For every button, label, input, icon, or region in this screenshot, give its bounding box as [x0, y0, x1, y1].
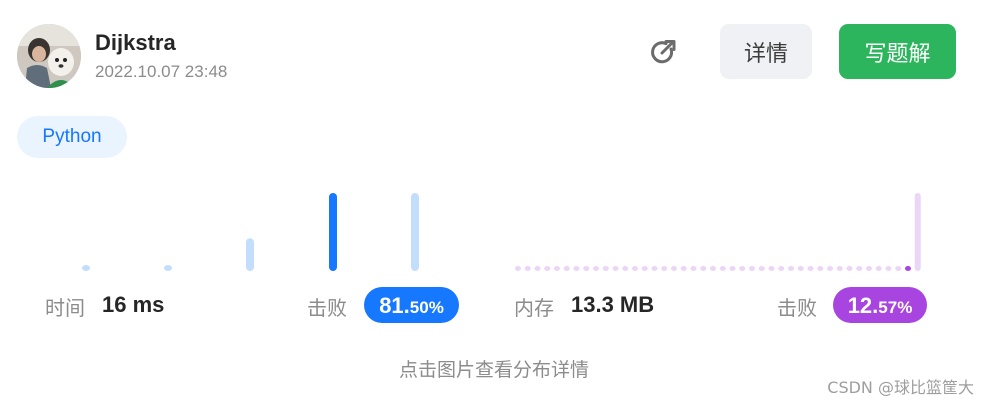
avatar-image [17, 24, 81, 88]
runtime-bar [82, 265, 90, 271]
memory-bar [544, 266, 551, 271]
memory-bar [534, 266, 541, 271]
memory-bar [836, 266, 843, 271]
memory-bar [602, 266, 609, 271]
memory-bar [866, 266, 872, 271]
memory-bar [632, 266, 638, 271]
memory-bar [905, 266, 911, 271]
memory-beat-percent-frac: 57% [878, 298, 913, 317]
memory-chart-svg [515, 193, 921, 271]
memory-beat-percent-int: 12. [847, 293, 879, 318]
language-tag[interactable]: Python [17, 116, 127, 158]
memory-bar [680, 266, 687, 271]
memory-bar [807, 266, 814, 271]
memory-bar [817, 266, 824, 271]
memory-bar [768, 266, 775, 271]
external-link-icon [651, 40, 676, 64]
memory-bar [895, 266, 902, 271]
runtime-bar [246, 238, 254, 271]
memory-bar [846, 266, 853, 271]
share-button[interactable] [642, 33, 686, 73]
memory-bar [563, 266, 570, 271]
memory-bar [573, 266, 580, 271]
memory-bar [700, 266, 707, 271]
memory-bar [524, 266, 531, 271]
memory-bar [758, 266, 765, 271]
write-solution-button[interactable]: 写题解 [839, 24, 956, 79]
runtime-bar [164, 265, 172, 271]
avatar[interactable] [17, 24, 81, 88]
runtime-label: 时间 [45, 296, 85, 320]
solution-card: Dijkstra 2022.10.07 23:48 详情 写题解 Python … [0, 0, 988, 402]
memory-bar [788, 266, 794, 271]
memory-bar [651, 266, 658, 271]
memory-bar [914, 193, 921, 271]
runtime-beat-badge: 81. 50% [364, 287, 459, 323]
memory-value: 13.3 MB [571, 292, 655, 317]
memory-bar [515, 266, 521, 271]
author-name[interactable]: Dijkstra [95, 30, 176, 56]
detail-button[interactable]: 详情 [720, 24, 812, 79]
memory-bar [583, 266, 590, 271]
submission-timestamp: 2022.10.07 23:48 [95, 62, 228, 81]
runtime-value: 16 ms [102, 292, 165, 317]
runtime-bar [329, 193, 337, 271]
memory-bar [641, 266, 648, 271]
runtime-beat-percent-int: 81. [379, 293, 410, 318]
memory-beat-label: 击败 [777, 296, 817, 320]
memory-bar [875, 266, 882, 271]
memory-bar [797, 266, 804, 271]
memory-label: 内存 [514, 296, 554, 320]
memory-bar [622, 266, 629, 271]
memory-bar [885, 266, 892, 271]
memory-distribution-chart[interactable] [505, 185, 935, 275]
runtime-chart-svg [82, 193, 419, 271]
watermark: CSDN @球比篮筐大 [827, 378, 974, 397]
memory-bar [661, 266, 668, 271]
memory-bar [739, 266, 746, 271]
runtime-distribution-chart[interactable] [40, 185, 460, 275]
memory-bar [593, 266, 599, 271]
memory-bar [856, 266, 863, 271]
memory-bar [710, 266, 716, 271]
memory-beat-badge: 12. 57% [833, 287, 927, 323]
runtime-beat-percent-frac: 50% [409, 298, 444, 317]
memory-bar [554, 266, 560, 271]
runtime-beat-label: 击败 [307, 296, 347, 320]
runtime-bar [411, 193, 419, 271]
memory-bar [671, 266, 677, 271]
memory-bar [612, 266, 619, 271]
memory-bar [827, 266, 833, 271]
memory-bar [719, 266, 726, 271]
memory-bar [778, 266, 785, 271]
memory-bar [690, 266, 697, 271]
memory-bar [749, 266, 755, 271]
memory-bar [729, 266, 736, 271]
